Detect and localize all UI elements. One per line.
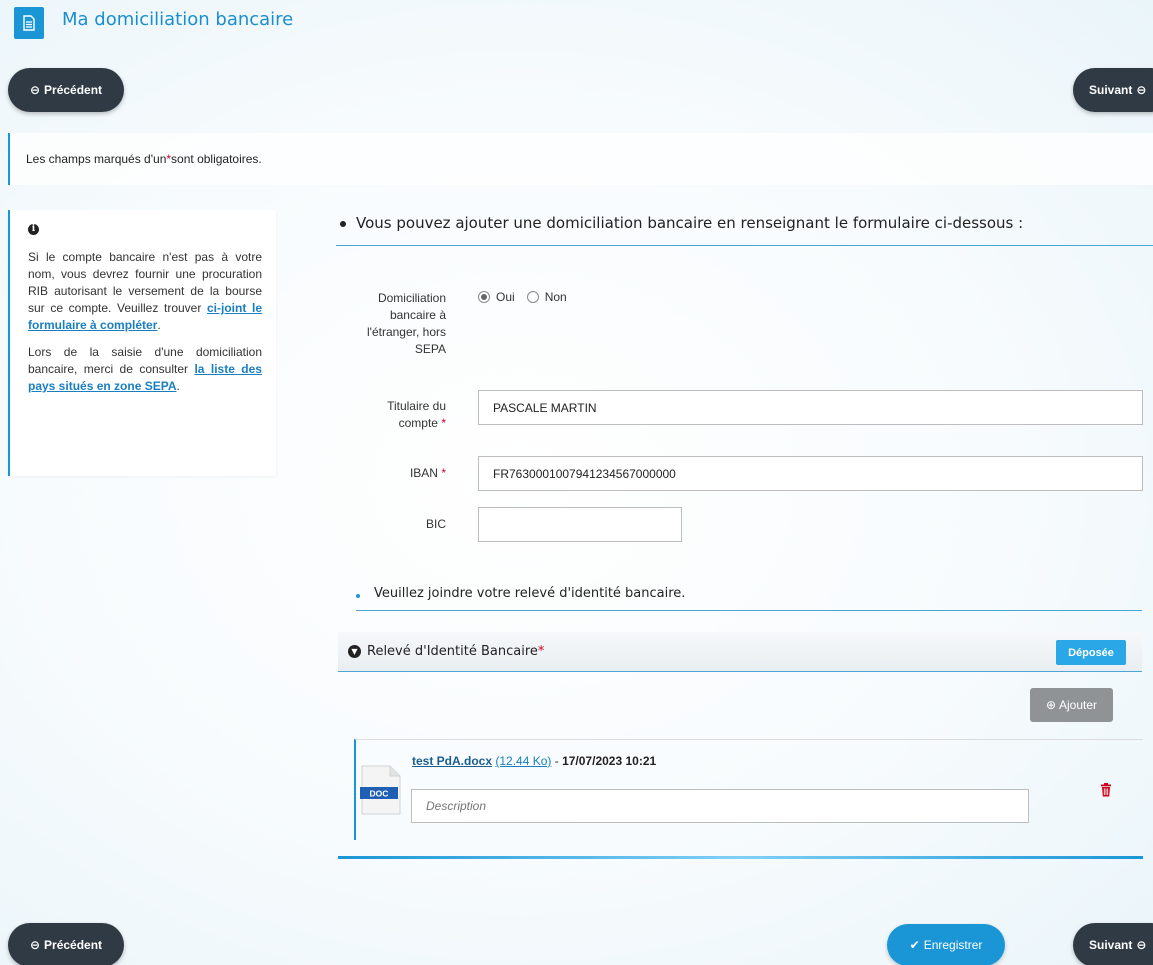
file-description-input[interactable] bbox=[411, 789, 1029, 823]
radio-oui-label: Oui bbox=[496, 290, 515, 304]
info-paragraph-sepa: Lors de la saisie d'une domiciliation ba… bbox=[28, 344, 262, 395]
form-heading: Vous pouvez ajouter une domiciliation ba… bbox=[336, 214, 1153, 246]
foreign-domiciliation-label: Domiciliation bancaire à l'étranger, hor… bbox=[366, 291, 446, 356]
bullet-icon bbox=[340, 221, 346, 227]
info-paragraph-procuration: Si le compte bancaire n'est pas à votre … bbox=[28, 249, 262, 334]
bic-label: BIC bbox=[425, 517, 446, 531]
add-file-label: Ajouter bbox=[1059, 698, 1098, 712]
attachment-instruction-text: Veuillez joindre votre relevé d'identité… bbox=[374, 586, 686, 601]
required-star: * bbox=[441, 416, 446, 430]
arrow-right-circle-icon: ⊖ bbox=[1136, 938, 1147, 952]
next-button[interactable]: Suivant ⊖ bbox=[1073, 68, 1153, 112]
section-bottom-border bbox=[338, 856, 1143, 859]
required-star: * bbox=[441, 466, 446, 480]
holder-label: Titulaire du compte * bbox=[350, 398, 446, 432]
file-name-link[interactable]: test PdA.docx bbox=[412, 754, 492, 768]
rib-section-header[interactable]: ▼ Relevé d'Identité Bancaire * bbox=[338, 632, 1142, 672]
info-panel: i Si le compte bancaire n'est pas à votr… bbox=[8, 210, 276, 476]
save-label: Enregistrer bbox=[923, 938, 983, 952]
form-heading-text: Vous pouvez ajouter une domiciliation ba… bbox=[356, 214, 1024, 232]
notice-text-start: Les champs marqués d'un bbox=[26, 152, 167, 166]
iban-label-text: IBAN bbox=[409, 466, 438, 480]
holder-input[interactable] bbox=[478, 390, 1143, 425]
previous-label: Précédent bbox=[44, 83, 103, 97]
page-title: Ma domiciliation bancaire bbox=[62, 9, 294, 30]
previous-button[interactable]: ⊖ Précédent bbox=[8, 923, 124, 965]
previous-label: Précédent bbox=[44, 938, 103, 952]
rib-section-title: Relevé d'Identité Bancaire bbox=[367, 644, 538, 659]
required-star: * bbox=[537, 644, 545, 659]
arrow-right-circle-icon: ⊖ bbox=[1136, 83, 1147, 97]
file-info: test PdA.docx (12.44 Ko) - 17/07/2023 10… bbox=[412, 754, 656, 768]
bic-input[interactable] bbox=[478, 507, 682, 542]
notice-text-end: sont obligatoires. bbox=[171, 152, 262, 166]
holder-label-text: Titulaire du compte bbox=[387, 399, 446, 430]
info-text-end: . bbox=[157, 318, 161, 332]
info-icon: i bbox=[28, 224, 39, 235]
radio-non[interactable] bbox=[526, 291, 539, 303]
check-circle-icon: ✔ bbox=[909, 938, 920, 952]
plus-circle-icon: ⊕ bbox=[1045, 698, 1057, 712]
radio-oui[interactable] bbox=[478, 291, 490, 303]
doc-file-icon: DOC bbox=[360, 765, 402, 815]
attachment-instruction: Veuillez joindre votre relevé d'identité… bbox=[356, 586, 1142, 611]
next-label: Suivant bbox=[1089, 938, 1133, 952]
next-label: Suivant bbox=[1089, 83, 1133, 97]
info-text-end: . bbox=[176, 379, 180, 393]
file-type-badge: DOC bbox=[370, 789, 389, 799]
next-button[interactable]: Suivant ⊖ bbox=[1073, 923, 1153, 965]
previous-button[interactable]: ⊖ Précédent bbox=[8, 68, 124, 112]
add-file-button[interactable]: ⊕ Ajouter bbox=[1030, 688, 1113, 722]
trash-icon[interactable] bbox=[1100, 783, 1112, 797]
file-date: 17/07/2023 10:21 bbox=[562, 754, 657, 768]
status-badge: Déposée bbox=[1056, 640, 1126, 665]
required-fields-notice: Les champs marqués d'un * sont obligatoi… bbox=[8, 133, 1153, 185]
save-button[interactable]: ✔ Enregistrer bbox=[887, 924, 1005, 965]
iban-label: IBAN * bbox=[350, 465, 446, 482]
arrow-left-circle-icon: ⊖ bbox=[29, 938, 41, 952]
file-size[interactable]: (12.44 Ko) bbox=[495, 754, 551, 768]
bullet-icon bbox=[356, 594, 360, 598]
radio-non-label: Non bbox=[544, 290, 567, 304]
chevron-down-icon[interactable]: ▼ bbox=[348, 645, 361, 658]
arrow-left-circle-icon: ⊖ bbox=[29, 83, 41, 97]
iban-input[interactable] bbox=[478, 456, 1143, 491]
foreign-domiciliation-radio-group: Oui Non bbox=[478, 290, 573, 304]
document-icon bbox=[14, 7, 44, 39]
file-separator: - bbox=[551, 754, 563, 768]
